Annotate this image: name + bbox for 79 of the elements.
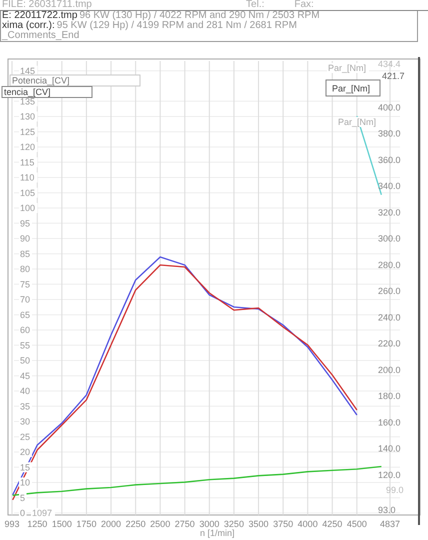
info-text: 96 KW (130 Hp) / 4022 RPM and 290 Nm / 2503 RPM: [79, 11, 320, 21]
legend-label: Par_[Nm]: [338, 117, 376, 127]
axis-label: 4250: [322, 519, 342, 529]
axis-label: 320.0: [378, 207, 401, 218]
legend-label: tencia_[CV]: [4, 87, 51, 97]
axis-label: 145: [20, 66, 36, 76]
axis-label: 400.0: [378, 102, 401, 112]
info-label: E: 22011722.tmp: [2, 11, 78, 21]
file-name: FILE: 26031711.tmp: [2, 0, 92, 10]
axis-label: 3000: [199, 519, 220, 529]
axis-label: 4837: [380, 519, 400, 529]
axis-label: 110: [20, 172, 34, 182]
axis-label: 2000: [101, 519, 122, 529]
axis-label: 3750: [273, 519, 294, 529]
axis-title: n [1/min]: [200, 528, 235, 538]
axis-label: 180.0: [378, 391, 401, 402]
axis-label: 2500: [150, 519, 170, 529]
axis-label: 200.0: [378, 364, 401, 375]
axis-label: 4500: [346, 519, 367, 529]
axis-label: 360.0: [378, 154, 401, 165]
axis-label: 0: [20, 508, 26, 518]
axis-label: 50: [20, 356, 30, 366]
axis-label: 93.0: [378, 505, 396, 515]
axis-label: 421.7: [382, 71, 405, 81]
axis-label: 35: [20, 401, 30, 412]
axis-label: 75: [20, 279, 30, 290]
axis-label: 434.4: [378, 59, 401, 69]
axis-label: 2750: [174, 519, 195, 529]
legend-label: Par_[Nm]: [328, 63, 366, 73]
axis-label: 130: [20, 112, 36, 122]
tel-label: Tel.:: [246, 0, 264, 10]
comment-text: _Comments_End: [2, 31, 80, 41]
axis-label: 30: [20, 416, 30, 426]
axis-label: 100: [20, 203, 36, 213]
axis-label: 300.0: [378, 234, 401, 244]
legend-label: Potencia_[CV]: [12, 76, 70, 86]
fax-label: Fax:: [294, 0, 314, 10]
axis-label: 25: [20, 432, 30, 442]
axis-label: 3250: [224, 519, 244, 529]
axis-label: 15: [20, 462, 30, 472]
axis-label: 70: [20, 294, 30, 304]
axis-label: 1500: [52, 519, 72, 529]
axis-label: 3500: [248, 519, 269, 529]
axis-label: 65: [20, 310, 30, 320]
axis-label: 40: [20, 386, 30, 396]
axis-label: 220.0: [378, 338, 401, 349]
axis-label: 105: [20, 188, 36, 198]
axis-label: 60: [20, 325, 30, 335]
axis-label: 280.0: [378, 260, 401, 270]
axis-label: 120: [20, 142, 36, 152]
legend-box: [326, 80, 380, 96]
axis-label: 45: [20, 370, 30, 381]
axis-label: 2250: [126, 519, 146, 529]
axis-label: 4000: [298, 519, 318, 529]
axis-label: 120.0: [378, 470, 401, 480]
axis-label: 80: [20, 264, 30, 274]
axis-label: 1097: [32, 508, 52, 518]
axis-label: 85: [20, 248, 30, 259]
axis-label: 135: [20, 96, 36, 106]
axis-label: 125: [20, 126, 36, 137]
axis-label: 260.0: [378, 286, 401, 296]
axis-label: 140.0: [378, 444, 401, 454]
axis-label: 380.0: [378, 128, 401, 139]
axis-label: 10: [20, 478, 30, 488]
axis-label: 90: [20, 234, 30, 244]
axis-label: 240.0: [378, 312, 401, 322]
axis-label: 95: [20, 218, 30, 228]
info-label: xima (corr.):: [2, 21, 55, 31]
info-text: 95 KW (129 Hp) / 4199 RPM and 281 Nm / 2681 RPM: [56, 21, 297, 31]
legend-label: Par_[Nm]: [332, 84, 370, 94]
axis-label: 99.0: [386, 485, 404, 495]
axis-label: 20: [20, 447, 30, 457]
axis-label: 55: [20, 340, 30, 350]
axis-label: 1250: [27, 519, 48, 529]
axis-label: 115: [20, 157, 34, 168]
axis-label: 1750: [76, 519, 96, 529]
axis-label: 5: [20, 492, 26, 503]
axis-label: 993: [4, 519, 20, 529]
axis-label: 160.0: [378, 417, 401, 428]
